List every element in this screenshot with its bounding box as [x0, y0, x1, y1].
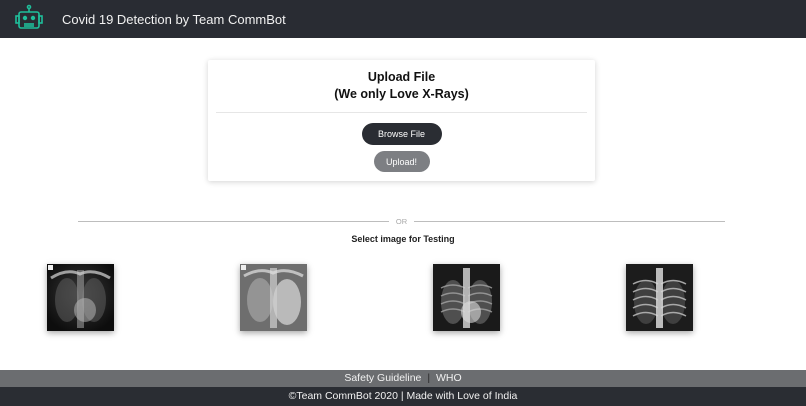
footer-copyright: ©Team CommBot 2020 | Made with Love of I…	[0, 387, 806, 406]
upload-subtitle: (We only Love X-Rays)	[334, 87, 469, 101]
test-image-4[interactable]	[626, 264, 693, 331]
or-line-right	[414, 220, 725, 222]
or-text: OR	[395, 216, 408, 226]
safety-guideline-link[interactable]: Safety Guideline	[344, 372, 421, 384]
upload-card: Upload File (We only Love X-Rays) Browse…	[208, 60, 595, 181]
select-image-label: Select image for Testing	[351, 234, 455, 244]
upload-button[interactable]: Upload!	[373, 151, 430, 172]
footer-separator: |	[427, 372, 431, 384]
upload-title: Upload File	[367, 70, 436, 84]
or-divider: OR	[78, 214, 725, 228]
browse-file-button[interactable]: Browse File	[361, 123, 442, 145]
test-image-3[interactable]	[433, 264, 500, 331]
test-image-2[interactable]	[240, 264, 307, 331]
or-line-left	[78, 220, 389, 222]
app-title[interactable]: Covid 19 Detection by Team CommBot	[62, 12, 286, 27]
robot-icon[interactable]	[14, 4, 44, 34]
card-divider	[216, 112, 587, 113]
who-link[interactable]: WHO	[436, 372, 462, 384]
footer-links: Safety Guideline | WHO	[0, 370, 806, 387]
navbar: Covid 19 Detection by Team CommBot	[0, 0, 806, 38]
test-image-1[interactable]	[47, 264, 114, 331]
